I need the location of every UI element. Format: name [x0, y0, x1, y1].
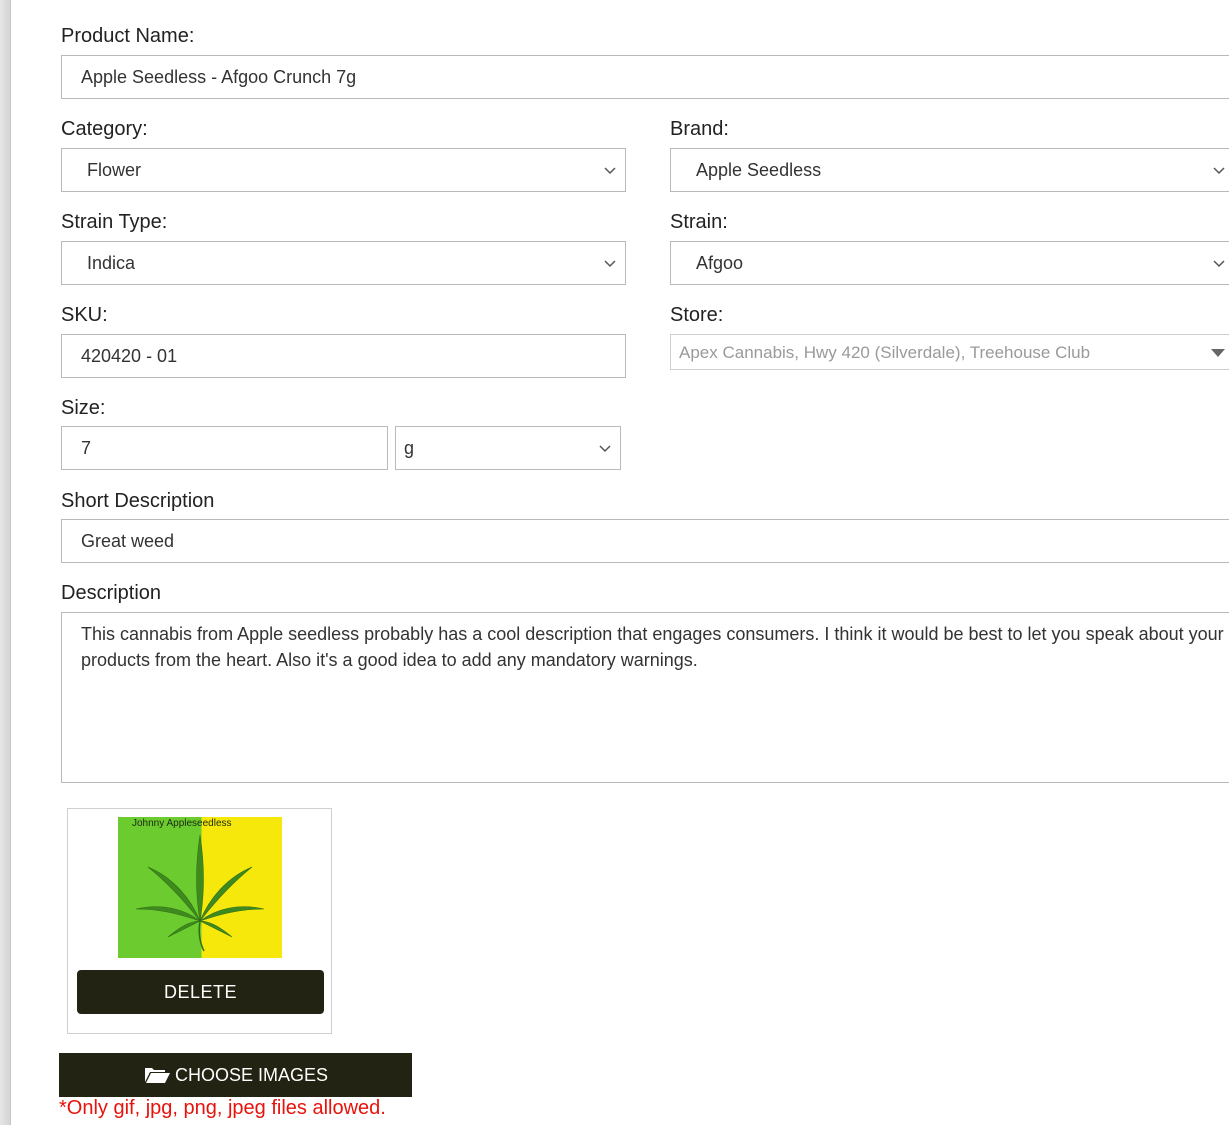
folder-open-icon [144, 1068, 170, 1083]
description-textarea[interactable]: This cannabis from Apple seedless probab… [61, 612, 1229, 783]
short-description-value: Great weed [81, 531, 175, 551]
sku-value: 420420 - 01 [81, 346, 178, 366]
sku-input[interactable]: 420420 - 01 [61, 334, 626, 378]
category-value: Flower [87, 160, 142, 180]
product-image-thumbnail: Johnny Appleseedless [118, 817, 282, 958]
category-label: Category: [61, 118, 148, 140]
strain-type-select[interactable]: Indica [61, 241, 626, 285]
left-panel-edge [0, 0, 11, 1125]
brand-select[interactable]: Apple Seedless [670, 148, 1229, 192]
product-name-input[interactable]: Apple Seedless - Afgoo Crunch 7g [61, 55, 1229, 99]
chevron-down-icon [599, 445, 611, 453]
chevron-down-icon [1213, 167, 1225, 175]
store-select[interactable]: Apex Cannabis, Hwy 420 (Silverdale), Tre… [670, 334, 1229, 370]
size-unit-select[interactable]: g [395, 426, 621, 470]
short-description-label: Short Description [61, 490, 215, 512]
chevron-down-icon [604, 167, 616, 175]
size-label: Size: [61, 397, 106, 419]
product-name-value: Apple Seedless - Afgoo Crunch 7g [81, 67, 357, 87]
store-label: Store: [670, 304, 724, 326]
strain-select[interactable]: Afgoo [670, 241, 1229, 285]
product-image-card: Johnny Appleseedless DELETE [67, 808, 332, 1034]
image-caption: Johnny Appleseedless [132, 818, 232, 829]
chevron-down-icon [1213, 260, 1225, 268]
size-input[interactable]: 7 [61, 426, 388, 470]
brand-value: Apple Seedless [696, 160, 822, 180]
chevron-down-icon [604, 260, 616, 268]
cannabis-leaf-icon [135, 834, 265, 952]
choose-images-button[interactable]: CHOOSE IMAGES [59, 1053, 412, 1097]
description-label: Description [61, 582, 162, 604]
delete-image-button[interactable]: DELETE [77, 970, 324, 1014]
choose-images-label: CHOOSE IMAGES [174, 1064, 329, 1085]
short-description-input[interactable]: Great weed [61, 519, 1229, 563]
size-unit-value: g [404, 438, 415, 458]
description-value: This cannabis from Apple seedless probab… [81, 624, 1224, 670]
file-type-note: *Only gif, jpg, png, jpeg files allowed. [59, 1097, 386, 1119]
strain-type-label: Strain Type: [61, 211, 168, 233]
category-select[interactable]: Flower [61, 148, 626, 192]
caret-down-icon [1211, 349, 1225, 357]
product-name-label: Product Name: [61, 25, 195, 47]
brand-label: Brand: [670, 118, 729, 140]
sku-label: SKU: [61, 304, 108, 326]
strain-label: Strain: [670, 211, 728, 233]
store-value: Apex Cannabis, Hwy 420 (Silverdale), Tre… [679, 343, 1091, 362]
strain-value: Afgoo [696, 253, 744, 273]
size-value: 7 [81, 438, 92, 458]
strain-type-value: Indica [87, 253, 136, 273]
